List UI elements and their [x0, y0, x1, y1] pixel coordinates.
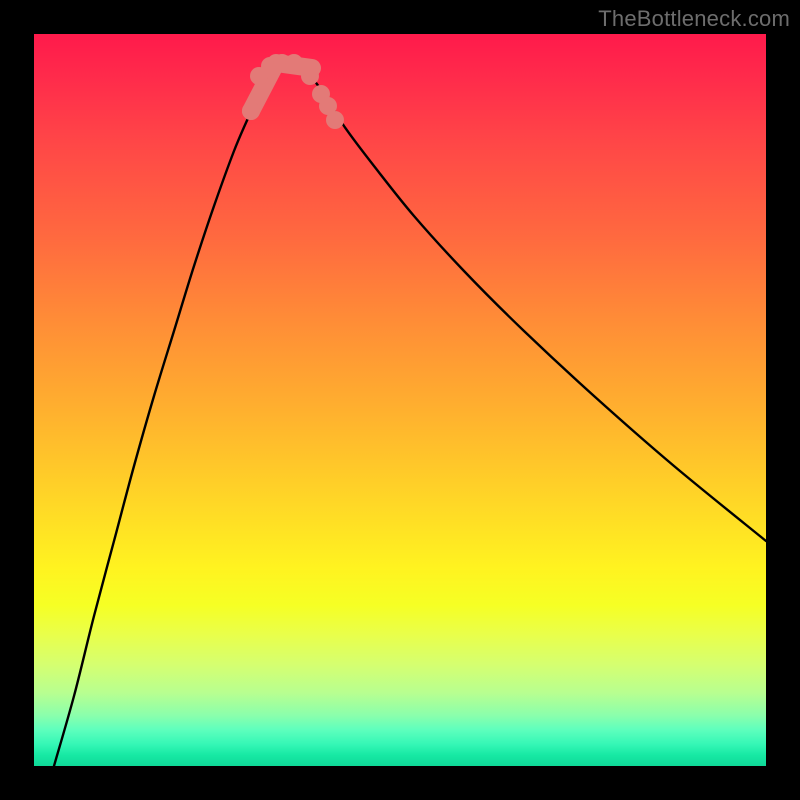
watermark: TheBottleneck.com — [598, 6, 790, 32]
plot-area — [34, 34, 766, 766]
highlight-dot — [326, 111, 344, 129]
highlight-dot — [285, 54, 303, 72]
chart-frame: TheBottleneck.com — [0, 0, 800, 800]
curve-layer — [34, 34, 766, 766]
highlight-dot — [242, 102, 260, 120]
bottleneck-curve — [54, 62, 766, 766]
highlight-dot — [301, 67, 319, 85]
